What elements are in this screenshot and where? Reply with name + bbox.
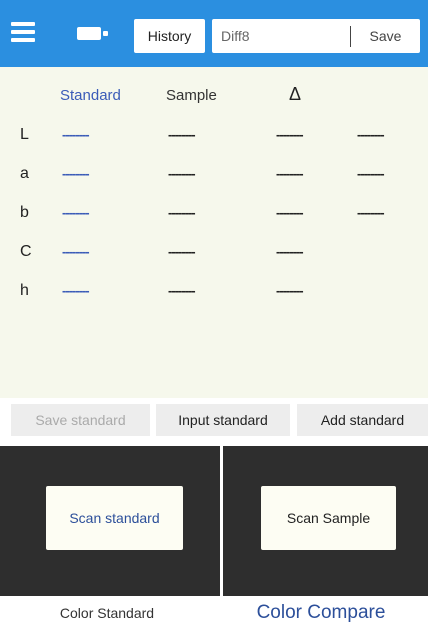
scan-standard-button[interactable]: Scan standard <box>46 486 183 550</box>
value-sample-c: -------- <box>168 244 196 259</box>
standard-actions: Save standard Input standard Add standar… <box>0 398 428 446</box>
scan-area: Scan standard Scan Sample <box>0 446 428 596</box>
value-standard-c: -------- <box>62 244 90 259</box>
history-button[interactable]: History <box>134 19 205 53</box>
value-standard-l: -------- <box>62 127 90 142</box>
save-standard-button[interactable]: Save standard <box>11 404 150 436</box>
value-delta2-b: -------- <box>357 205 385 220</box>
value-standard-a: -------- <box>62 166 90 181</box>
tab-color-standard[interactable]: Color Standard <box>0 596 214 630</box>
row-label-h: h <box>20 282 29 299</box>
value-delta-c: -------- <box>276 244 304 259</box>
row-label-a: a <box>20 165 29 182</box>
value-delta-h: -------- <box>276 283 304 298</box>
value-delta-b: -------- <box>276 205 304 220</box>
tab-color-compare[interactable]: Color Compare <box>214 596 428 630</box>
row-label-l: L <box>20 126 29 143</box>
value-sample-a: -------- <box>168 166 196 181</box>
scan-divider <box>220 446 223 596</box>
menu-icon[interactable] <box>11 22 35 42</box>
add-standard-button[interactable]: Add standard <box>297 404 428 436</box>
value-standard-b: -------- <box>62 205 90 220</box>
value-delta2-l: -------- <box>357 127 385 142</box>
column-header-delta: Δ <box>289 84 302 104</box>
value-sample-l: -------- <box>168 127 196 142</box>
column-header-standard: Standard <box>60 87 121 104</box>
row-label-b: b <box>20 204 29 221</box>
value-delta2-a: -------- <box>357 166 385 181</box>
value-sample-b: -------- <box>168 205 196 220</box>
record-name-input[interactable] <box>212 19 347 53</box>
device-icon[interactable] <box>77 27 109 40</box>
scan-sample-button[interactable]: Scan Sample <box>261 486 396 550</box>
measurement-panel: Standard Sample Δ L -------- -------- --… <box>0 67 428 398</box>
row-label-c: C <box>20 243 32 260</box>
column-header-sample: Sample <box>166 87 217 104</box>
value-delta-l: -------- <box>276 127 304 142</box>
value-standard-h: -------- <box>62 283 90 298</box>
input-standard-button[interactable]: Input standard <box>156 404 290 436</box>
save-button[interactable]: Save <box>351 19 420 53</box>
record-name-field: Save <box>212 19 420 53</box>
value-delta-a: -------- <box>276 166 304 181</box>
value-sample-h: -------- <box>168 283 196 298</box>
top-bar: History Save <box>0 0 428 67</box>
